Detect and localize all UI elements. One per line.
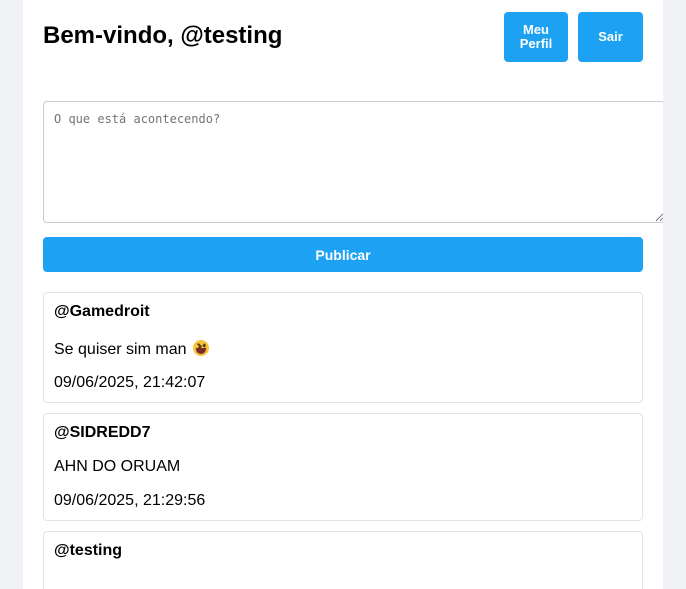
post-composer-input[interactable] xyxy=(43,101,663,223)
post-author[interactable]: @testing xyxy=(54,542,122,560)
publish-button[interactable]: Publicar xyxy=(43,237,643,272)
post-text: Se quiser sim man xyxy=(54,340,209,359)
feed-container: Bem-vindo, @testing Meu Perfil Sair Publ… xyxy=(23,0,663,589)
post-timestamp: 09/06/2025, 21:42:07 xyxy=(54,374,206,391)
logout-button[interactable]: Sair xyxy=(578,12,643,62)
my-profile-button[interactable]: Meu Perfil xyxy=(504,12,568,62)
post-card: @Gamedroit Se quiser sim man 09/06/2025,… xyxy=(43,292,643,403)
post-card: @testing xyxy=(43,531,643,589)
post-author[interactable]: @SIDREDD7 xyxy=(54,424,151,442)
post-text-content: Se quiser sim man xyxy=(54,341,187,358)
welcome-title: Bem-vindo, @testing xyxy=(43,22,283,49)
grinning-squinting-face-icon xyxy=(192,340,209,356)
post-card: @SIDREDD7 AHN DO ORUAM 09/06/2025, 21:29… xyxy=(43,413,643,521)
post-text: AHN DO ORUAM xyxy=(54,458,181,475)
post-author[interactable]: @Gamedroit xyxy=(54,303,150,321)
post-timestamp: 09/06/2025, 21:29:56 xyxy=(54,492,206,509)
